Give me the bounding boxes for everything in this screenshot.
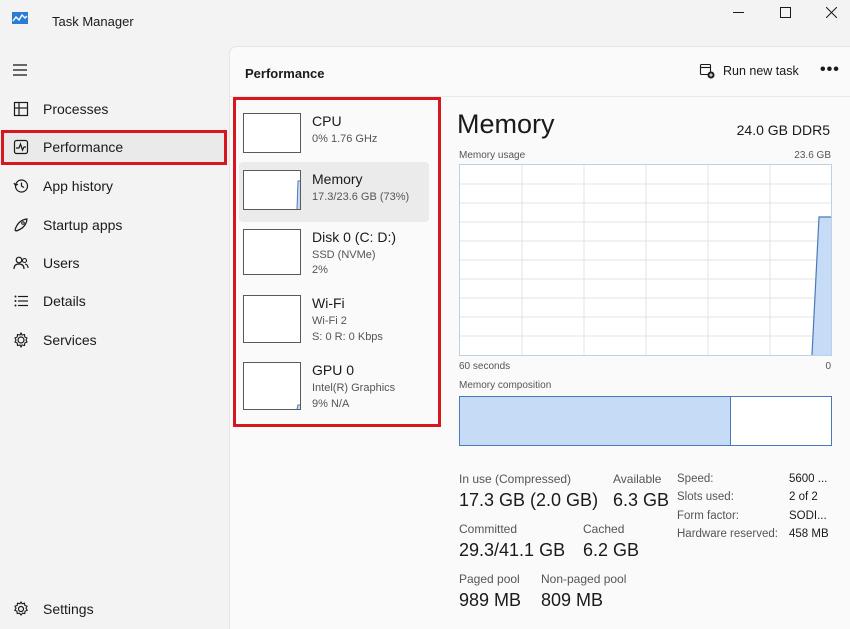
hamburger-menu-icon[interactable] <box>12 62 28 78</box>
history-icon <box>12 177 30 195</box>
non-paged-pool-value: 809 MB <box>541 590 604 610</box>
device-item-gpu[interactable]: GPU 0 Intel(R) Graphics 9% N/A <box>239 356 429 416</box>
memory-total: 24.0 GB DDR5 <box>736 122 830 138</box>
memory-in-use-segment <box>460 397 731 445</box>
device-name: CPU <box>312 113 342 129</box>
memory-usage-max: 23.6 GB <box>794 150 831 161</box>
sidebar-item-label: App history <box>43 178 114 194</box>
device-item-cpu[interactable]: CPU 0% 1.76 GHz <box>239 107 429 167</box>
form-factor-value: SODI... <box>789 510 827 522</box>
available-label: Available <box>613 472 662 486</box>
sidebar-item-app-history[interactable]: App history <box>0 169 228 203</box>
sidebar-item-label: Details <box>43 293 86 309</box>
device-detail: Intel(R) Graphics <box>312 382 396 394</box>
speed-value: 5600 ... <box>789 473 828 485</box>
disk-thumbnail-graph <box>243 229 301 275</box>
sidebar-item-processes[interactable]: Processes <box>0 92 228 126</box>
sidebar-item-startup-apps[interactable]: Startup apps <box>0 208 228 242</box>
performance-icon <box>12 138 30 156</box>
device-detail: 2% <box>312 264 328 276</box>
speed-label: Speed: <box>677 473 714 485</box>
slots-used-label: Slots used: <box>677 491 734 503</box>
hardware-reserved-label: Hardware reserved: <box>677 528 778 540</box>
sidebar-item-services[interactable]: Services <box>0 323 228 357</box>
run-task-label: Run new task <box>723 64 799 78</box>
device-item-memory[interactable]: Memory 17.3/23.6 GB (73%) <box>239 162 429 222</box>
in-use-label: In use (Compressed) <box>459 472 572 486</box>
sidebar-item-settings[interactable]: Settings <box>0 592 228 626</box>
close-icon <box>825 6 837 18</box>
sidebar-item-details[interactable]: Details <box>0 284 228 318</box>
device-detail: 9% N/A <box>312 398 350 410</box>
minimize-icon <box>732 11 744 13</box>
processes-icon <box>12 100 30 118</box>
sidebar-item-label: Services <box>43 332 97 348</box>
device-detail: S: 0 R: 0 Kbps <box>312 331 383 343</box>
maximize-button[interactable] <box>762 0 808 24</box>
device-item-wifi[interactable]: Wi-Fi Wi-Fi 2 S: 0 R: 0 Kbps <box>239 289 429 349</box>
sidebar-item-label: Users <box>43 255 80 271</box>
run-new-task-button[interactable]: Run new task <box>699 63 799 79</box>
graph-time-right: 0 <box>825 361 831 372</box>
slots-used-value: 2 of 2 <box>789 491 818 503</box>
memory-usage-label: Memory usage <box>459 150 526 161</box>
in-use-value: 17.3 GB (2.0 GB) <box>459 490 599 510</box>
form-factor-label: Form factor: <box>677 510 739 522</box>
window-title: Task Manager <box>52 14 134 29</box>
device-item-disk[interactable]: Disk 0 (C: D:) SSD (NVMe) 2% <box>239 223 429 283</box>
device-name: Disk 0 (C: D:) <box>312 229 396 245</box>
non-paged-pool-label: Non-paged pool <box>541 572 627 586</box>
cached-value: 6.2 GB <box>583 540 640 560</box>
device-detail: 17.3/23.6 GB (73%) <box>312 191 410 203</box>
device-name: GPU 0 <box>312 362 355 378</box>
hardware-reserved-value: 458 MB <box>789 528 829 540</box>
task-manager-icon <box>12 12 28 24</box>
users-icon <box>12 254 30 272</box>
maximize-icon <box>779 6 791 18</box>
services-puzzle-icon <box>12 331 30 349</box>
committed-label: Committed <box>459 522 518 536</box>
sidebar-item-label: Performance <box>43 139 124 155</box>
graph-time-left: 60 seconds <box>459 361 511 372</box>
memory-usage-graph <box>459 164 832 356</box>
gpu-thumbnail-graph <box>243 362 301 410</box>
device-name: Wi-Fi <box>312 295 345 311</box>
device-detail: Wi-Fi 2 <box>312 315 347 327</box>
sidebar-item-label: Startup apps <box>43 217 123 233</box>
paged-pool-label: Paged pool <box>459 572 520 586</box>
run-task-icon <box>699 63 715 79</box>
settings-gear-icon <box>12 600 30 618</box>
cached-label: Cached <box>583 522 625 536</box>
startup-icon <box>12 216 30 234</box>
sidebar-item-label: Processes <box>43 101 109 117</box>
more-options-button[interactable]: ••• <box>820 61 840 79</box>
device-detail: 0% 1.76 GHz <box>312 133 378 145</box>
sidebar-item-performance[interactable]: Performance <box>0 130 228 164</box>
memory-heading: Memory <box>457 109 555 139</box>
memory-thumbnail-graph <box>243 170 301 210</box>
available-value: 6.3 GB <box>613 490 670 510</box>
page-title: Performance <box>245 66 325 81</box>
wifi-thumbnail-graph <box>243 295 301 343</box>
title-bar: Task Manager <box>0 0 850 46</box>
sidebar-item-users[interactable]: Users <box>0 246 228 280</box>
minimize-button[interactable] <box>715 0 761 24</box>
details-list-icon <box>12 292 30 310</box>
paged-pool-value: 989 MB <box>459 590 522 610</box>
cpu-thumbnail-graph <box>243 113 301 153</box>
memory-composition-label: Memory composition <box>459 380 552 391</box>
main-panel: Performance Run new task ••• CPU 0% 1.76… <box>229 46 850 629</box>
device-name: Memory <box>312 171 363 187</box>
memory-composition-bar <box>459 396 832 446</box>
committed-value: 29.3/41.1 GB <box>459 540 566 560</box>
settings-label: Settings <box>43 601 94 617</box>
close-button[interactable] <box>808 0 850 24</box>
device-detail: SSD (NVMe) <box>312 249 376 261</box>
